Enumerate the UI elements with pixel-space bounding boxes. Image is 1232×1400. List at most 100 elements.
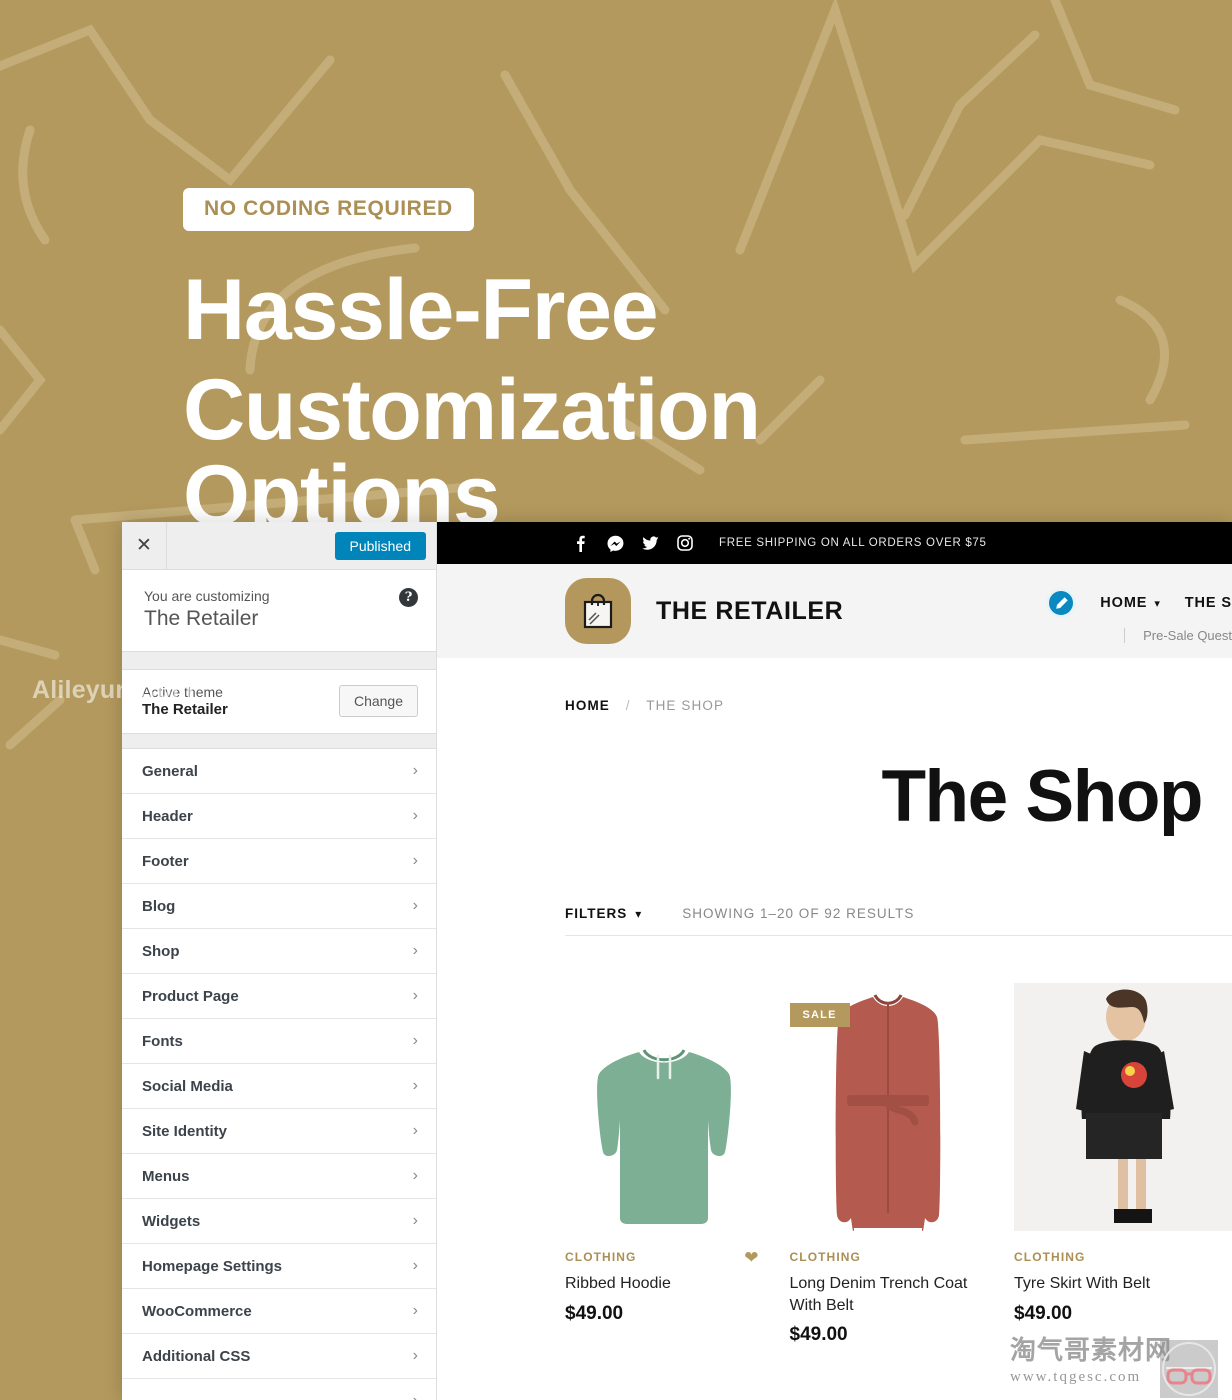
product-image-model-black-outfit[interactable] <box>1014 983 1232 1231</box>
shop-toolbar: FILTERS ▾ SHOWING 1–20 OF 92 RESULTS <box>437 906 1232 921</box>
product-meta: CLOTHING Long Denim Trench Coat With Bel… <box>790 1250 988 1346</box>
customizer-sidebar: ✕ Published You are customizing The Reta… <box>122 522 437 1400</box>
customizing-label: You are customizing <box>144 588 270 604</box>
chevron-right-icon: › <box>412 1167 418 1184</box>
product-card[interactable]: SALE CLOTHING Long Denim Trench Coat Wit… <box>789 983 988 1346</box>
sidebar-item-partial[interactable]: › <box>122 1379 436 1400</box>
breadcrumb-current: THE SHOP <box>646 698 725 713</box>
sale-badge: SALE <box>789 1003 850 1027</box>
twitter-icon[interactable] <box>639 532 661 554</box>
sidebar-item-menus[interactable]: Menus › <box>122 1154 436 1199</box>
product-name[interactable]: Tyre Skirt With Belt <box>1014 1273 1232 1295</box>
brand-name: THE RETAILER <box>656 596 844 625</box>
chevron-right-icon: › <box>412 1032 418 1049</box>
nav-item-label: THE S <box>1184 595 1232 611</box>
hero-title: Hassle-Free Customization Options <box>183 267 1083 539</box>
product-card[interactable]: CLOTHING Tyre Skirt With Belt $49.00 <box>1014 983 1232 1346</box>
sidebar-item-label: Additional CSS <box>142 1347 251 1365</box>
chevron-right-icon: › <box>413 1393 418 1400</box>
product-image-green-hoodie[interactable] <box>565 983 763 1231</box>
results-count: SHOWING 1–20 OF 92 RESULTS <box>682 906 915 921</box>
wishlist-heart-icon[interactable]: ❤ <box>744 1248 758 1268</box>
product-grid: CLOTHING ❤ Ribbed Hoodie $49.00 SALE CLO… <box>437 983 1232 1346</box>
sidebar-item-fonts[interactable]: Fonts › <box>122 1019 436 1064</box>
customizer-topbar: ✕ Published <box>122 522 436 570</box>
toolbar-divider <box>565 935 1232 936</box>
customizer-section-list: General › Header › Footer › Blog › Shop … <box>122 749 436 1400</box>
product-image-red-trench-coat[interactable]: SALE <box>789 983 987 1231</box>
breadcrumb: HOME / THE SHOP <box>437 658 1232 713</box>
publish-button[interactable]: Published <box>334 531 426 560</box>
product-price: $49.00 <box>1014 1302 1073 1324</box>
chevron-right-icon: › <box>412 762 418 779</box>
nav-item-home[interactable]: HOME ▾ <box>1100 595 1161 611</box>
product-category[interactable]: CLOTHING <box>565 1250 763 1264</box>
product-name[interactable]: Long Denim Trench Coat With Belt <box>790 1273 988 1316</box>
facebook-icon[interactable] <box>569 532 591 554</box>
pencil-edit-icon[interactable] <box>1046 588 1077 618</box>
filters-label: FILTERS <box>565 906 628 921</box>
sidebar-item-header[interactable]: Header › <box>122 794 436 839</box>
chevron-right-icon: › <box>412 807 418 824</box>
presale-question-link[interactable]: Pre-Sale Quest <box>1124 628 1232 643</box>
hero-content: NO CODING REQUIRED Hassle-Free Customiza… <box>183 188 1083 539</box>
sidebar-item-footer[interactable]: Footer › <box>122 839 436 884</box>
sidebar-item-product-page[interactable]: Product Page › <box>122 974 436 1019</box>
shipping-notice: FREE SHIPPING ON ALL ORDERS OVER $75 <box>719 537 987 549</box>
product-price: $49.00 <box>565 1302 624 1324</box>
messenger-icon[interactable] <box>604 532 626 554</box>
chevron-right-icon: › <box>412 1077 418 1094</box>
chevron-down-icon: ▾ <box>635 906 643 921</box>
site-preview: FREE SHIPPING ON ALL ORDERS OVER $75 THE… <box>437 522 1232 1400</box>
product-category[interactable]: CLOTHING <box>790 1250 988 1264</box>
breadcrumb-home[interactable]: HOME <box>565 698 610 713</box>
sidebar-item-label: General <box>142 762 198 780</box>
sidebar-item-homepage-settings[interactable]: Homepage Settings › <box>122 1244 436 1289</box>
product-name[interactable]: Ribbed Hoodie <box>565 1273 763 1295</box>
product-card[interactable]: CLOTHING ❤ Ribbed Hoodie $49.00 <box>565 983 763 1346</box>
active-theme-row: Active theme The Retailer Change <box>122 670 436 734</box>
active-theme-label: Active theme <box>142 684 223 700</box>
chevron-right-icon: › <box>412 987 418 1004</box>
chevron-right-icon: › <box>412 942 418 959</box>
chevron-right-icon: › <box>412 1257 418 1274</box>
site-title: The Retailer <box>144 607 259 630</box>
sidebar-item-blog[interactable]: Blog › <box>122 884 436 929</box>
chevron-right-icon: › <box>412 1302 418 1319</box>
preview-site-header: THE RETAILER HOME ▾ THE S Pre-Sale Quest <box>437 564 1232 658</box>
sidebar-item-label: Homepage Settings <box>142 1257 283 1275</box>
sidebar-item-label: Footer <box>142 852 189 870</box>
sidebar-item-general[interactable]: General › <box>122 749 436 794</box>
help-icon[interactable]: ? <box>399 588 418 607</box>
nav-item-the-shop[interactable]: THE S <box>1185 595 1232 611</box>
preview-page-body: HOME / THE SHOP The Shop FILTERS ▾ SHOWI… <box>437 658 1232 1400</box>
breadcrumb-separator: / <box>625 698 631 713</box>
sidebar-item-woocommerce[interactable]: WooCommerce › <box>122 1289 436 1334</box>
sidebar-item-widgets[interactable]: Widgets › <box>122 1199 436 1244</box>
chevron-down-icon: ▾ <box>1154 597 1161 610</box>
change-theme-button[interactable]: Change <box>338 685 418 717</box>
sidebar-item-label: Shop <box>142 942 180 960</box>
sidebar-item-shop[interactable]: Shop › <box>122 929 436 974</box>
instagram-icon[interactable] <box>674 532 696 554</box>
active-theme-name: The Retailer <box>142 701 228 718</box>
hero-title-line1: Hassle-Free <box>183 262 659 358</box>
chevron-right-icon: › <box>412 1347 418 1364</box>
chevron-right-icon: › <box>412 1122 418 1139</box>
product-category[interactable]: CLOTHING <box>1014 1250 1232 1264</box>
preview-announcement-bar: FREE SHIPPING ON ALL ORDERS OVER $75 <box>437 522 1232 564</box>
sidebar-item-label: Fonts <box>142 1032 183 1050</box>
shopping-bag-icon[interactable] <box>565 578 631 644</box>
close-icon[interactable]: ✕ <box>122 522 167 569</box>
sidebar-item-site-identity[interactable]: Site Identity › <box>122 1109 436 1154</box>
sidebar-item-additional-css[interactable]: Additional CSS › <box>122 1334 436 1379</box>
sidebar-item-label: Blog <box>142 897 176 915</box>
sidebar-item-label: Social Media <box>142 1077 233 1095</box>
sidebar-item-label: Header <box>142 807 193 825</box>
nav-item-label: HOME <box>1100 595 1148 611</box>
sidebar-item-label: Product Page <box>142 987 239 1005</box>
sidebar-item-social-media[interactable]: Social Media › <box>122 1064 436 1109</box>
filters-dropdown[interactable]: FILTERS ▾ <box>565 906 642 921</box>
hero-badge: NO CODING REQUIRED <box>183 188 474 231</box>
chevron-right-icon: › <box>412 897 418 914</box>
